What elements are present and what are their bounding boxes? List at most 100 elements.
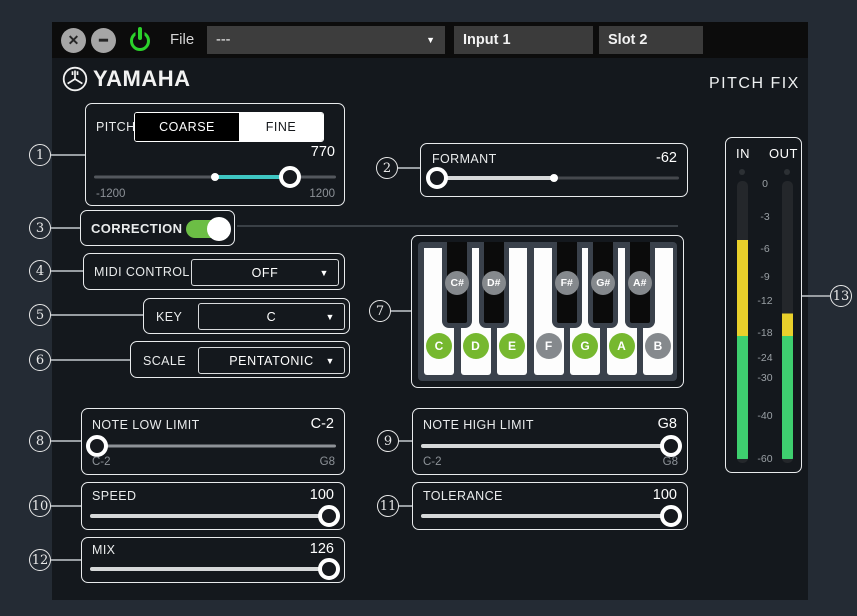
scale-dropdown[interactable]: PENTATONIC ▼ <box>198 347 345 374</box>
note-low-limit-max: G8 <box>320 456 335 468</box>
callout-4: 4 <box>29 260 51 282</box>
formant-panel: FORMANT -62 <box>420 143 688 197</box>
note-high-limit-value: G8 <box>658 416 677 432</box>
midi-control-dropdown[interactable]: OFF ▼ <box>191 259 339 286</box>
pitch-coarse-button[interactable]: COARSE <box>135 113 239 141</box>
note-badge-F#: F# <box>555 271 579 295</box>
note-high-limit-min: C-2 <box>423 456 442 468</box>
meter-scale-label--60: -60 <box>750 453 780 465</box>
tolerance-slider-fill <box>421 514 671 518</box>
pitch-panel: PITCH COARSE FINE 770 -1200 1200 <box>85 103 345 206</box>
correction-toggle[interactable] <box>186 220 228 238</box>
mix-value: 126 <box>310 541 334 557</box>
midi-control-panel: MIDI CONTROL OFF ▼ <box>83 253 345 290</box>
speed-slider-fill <box>90 514 329 518</box>
note-low-limit-label: NOTE LOW LIMIT <box>92 418 200 432</box>
callout-line-2 <box>398 167 420 169</box>
note-badge-C: C <box>426 333 452 359</box>
speed-panel: SPEED 100 <box>81 482 345 530</box>
pitch-min-label: -1200 <box>96 188 125 200</box>
meter-out-bar <box>782 181 793 463</box>
callout-6: 6 <box>29 349 51 371</box>
speed-slider-handle[interactable] <box>318 505 340 527</box>
callout-8: 8 <box>29 430 51 452</box>
midi-control-label: MIDI CONTROL <box>94 265 190 279</box>
callout-2: 2 <box>376 157 398 179</box>
divider-line <box>237 225 678 227</box>
close-icon[interactable]: ✕ <box>61 28 86 53</box>
pitch-slider-center-dot <box>211 173 219 181</box>
pitch-value: 770 <box>311 144 335 160</box>
note-high-limit-handle[interactable] <box>660 435 682 457</box>
note-badge-F: F <box>536 333 562 359</box>
file-dropdown[interactable]: --- ▼ <box>207 26 445 54</box>
callout-line-4 <box>51 270 83 272</box>
note-high-limit-label: NOTE HIGH LIMIT <box>423 418 534 432</box>
meter-scale-label--40: -40 <box>750 410 780 422</box>
tolerance-value: 100 <box>653 487 677 503</box>
meter-out-label: OUT <box>769 146 798 161</box>
piano-keyboard: CDEFGABC#D#F#G#A# <box>418 242 677 381</box>
chevron-down-icon: ▼ <box>325 312 335 322</box>
midi-control-value: OFF <box>252 266 279 280</box>
callout-9: 9 <box>377 430 399 452</box>
callout-line-8 <box>51 440 81 442</box>
chevron-down-icon: ▼ <box>319 268 329 278</box>
formant-slider-handle[interactable] <box>426 167 448 189</box>
note-low-limit-handle[interactable] <box>86 435 108 457</box>
meter-scale-label--9: -9 <box>750 271 780 283</box>
chevron-down-icon: ▼ <box>426 35 435 45</box>
note-low-limit-track[interactable] <box>90 445 336 448</box>
callout-3: 3 <box>29 217 51 239</box>
minimize-icon[interactable]: ━ <box>91 28 116 53</box>
note-high-limit-slider[interactable] <box>421 435 679 457</box>
speed-slider[interactable] <box>90 505 336 527</box>
tolerance-slider[interactable] <box>421 505 679 527</box>
scale-value: PENTATONIC <box>229 354 313 368</box>
yamaha-tuning-fork-icon <box>62 66 88 92</box>
note-badge-G: G <box>572 333 598 359</box>
note-badge-D#: D# <box>482 271 506 295</box>
slot-value: Slot 2 <box>608 32 647 48</box>
callout-line-6 <box>51 359 130 361</box>
mix-slider[interactable] <box>90 558 336 580</box>
meter-scale-label--3: -3 <box>750 211 780 223</box>
mix-panel: MIX 126 <box>81 537 345 583</box>
callout-line-5 <box>51 314 143 316</box>
note-badge-A: A <box>609 333 635 359</box>
pitch-mode-segmented: COARSE FINE <box>134 112 324 142</box>
pitch-label: PITCH <box>96 120 136 134</box>
formant-label: FORMANT <box>432 152 497 166</box>
mix-label: MIX <box>92 543 115 557</box>
pitch-max-label: 1200 <box>309 188 335 200</box>
power-icon[interactable] <box>130 31 150 51</box>
mix-slider-handle[interactable] <box>318 558 340 580</box>
correction-toggle-knob[interactable] <box>207 217 231 241</box>
callout-5: 5 <box>29 304 51 326</box>
formant-slider[interactable] <box>429 167 679 189</box>
pitch-slider[interactable] <box>94 166 336 188</box>
callout-10: 10 <box>29 495 51 517</box>
note-badge-D: D <box>463 333 489 359</box>
chevron-down-icon: ▼ <box>325 356 335 366</box>
callout-line-9 <box>399 440 412 442</box>
meter-scale-label--30: -30 <box>750 372 780 384</box>
tolerance-slider-handle[interactable] <box>660 505 682 527</box>
note-low-limit-panel: NOTE LOW LIMIT C-2 C-2 G8 <box>81 408 345 475</box>
callout-12: 12 <box>29 549 51 571</box>
callout-line-10 <box>51 505 81 507</box>
note-badge-A#: A# <box>628 271 652 295</box>
input-name-field[interactable]: Input 1 <box>454 26 593 54</box>
note-badge-E: E <box>499 333 525 359</box>
slot-field[interactable]: Slot 2 <box>599 26 703 54</box>
key-value: C <box>267 310 277 324</box>
pitch-fine-button[interactable]: FINE <box>239 113 323 141</box>
note-low-limit-slider[interactable] <box>90 435 336 457</box>
page-title: PITCH FIX <box>709 75 800 93</box>
key-dropdown[interactable]: C ▼ <box>198 303 345 330</box>
pitch-slider-handle[interactable] <box>279 166 301 188</box>
scale-label: SCALE <box>143 354 186 368</box>
callout-line-1 <box>51 154 85 156</box>
callout-1: 1 <box>29 144 51 166</box>
meter-out-peak-led <box>784 169 790 175</box>
